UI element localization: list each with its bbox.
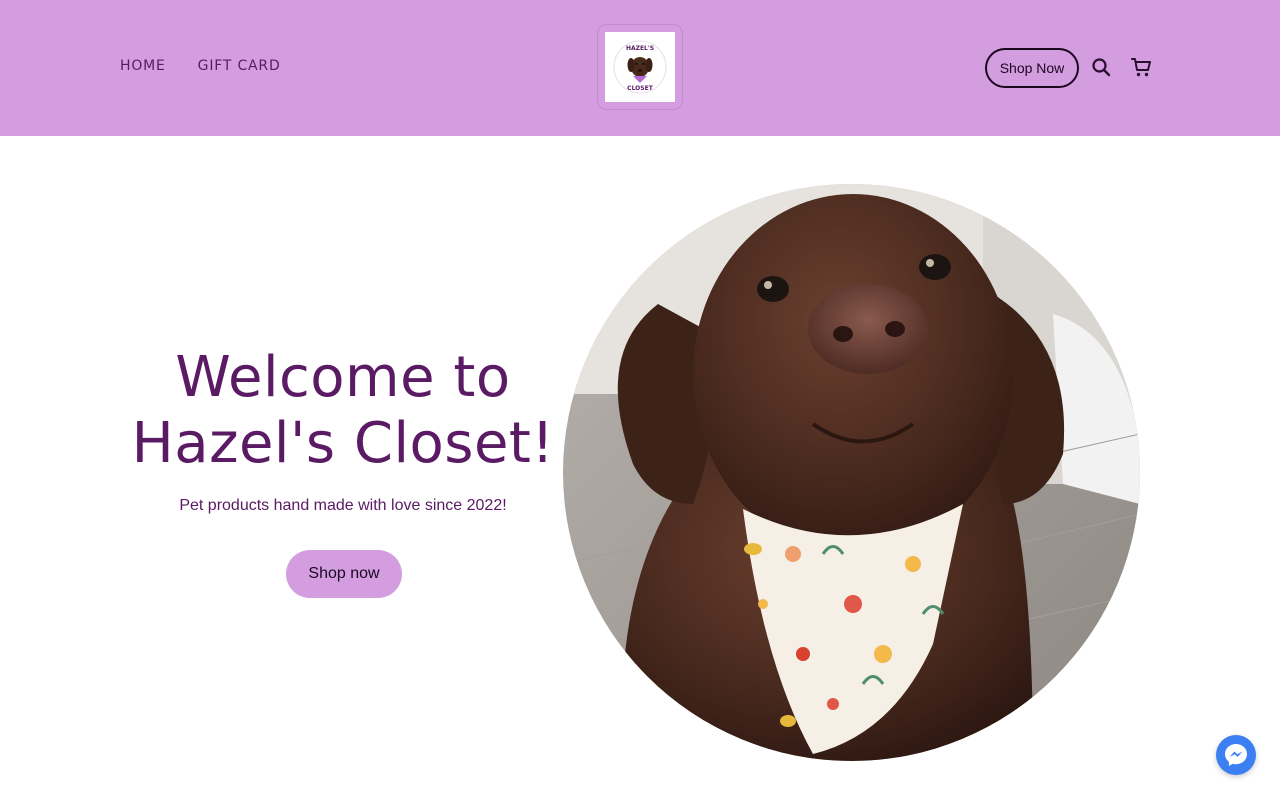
hero-title: Welcome to Hazel's Closet! bbox=[120, 345, 566, 477]
hero-shop-now-button[interactable]: Shop now bbox=[286, 550, 402, 598]
hero-text: Welcome to Hazel's Closet! Pet products … bbox=[120, 345, 566, 515]
site-header: HOME GIFT CARD HAZEL'S CLOSET Shop Now bbox=[0, 0, 1280, 136]
main-nav: HOME GIFT CARD bbox=[120, 58, 281, 74]
nav-gift-card-link[interactable]: GIFT CARD bbox=[198, 58, 281, 74]
messenger-chat-button[interactable] bbox=[1216, 735, 1256, 775]
hero-title-line-2: Hazel's Closet! bbox=[131, 411, 555, 476]
nav-home-link[interactable]: HOME bbox=[120, 58, 166, 74]
messenger-icon bbox=[1225, 744, 1247, 766]
hero-title-line-1: Welcome to bbox=[175, 345, 511, 410]
logo: HAZEL'S CLOSET bbox=[605, 32, 675, 102]
search-icon[interactable] bbox=[1089, 55, 1113, 79]
dog-photo-icon bbox=[563, 184, 1140, 761]
logo-dog-icon: HAZEL'S CLOSET bbox=[613, 40, 667, 94]
header-shop-now-button[interactable]: Shop Now bbox=[985, 48, 1079, 88]
logo-link[interactable]: HAZEL'S CLOSET bbox=[597, 24, 683, 110]
hero-dog-image bbox=[563, 184, 1140, 761]
logo-text-bottom: CLOSET bbox=[627, 85, 654, 92]
hero-subtitle: Pet products hand made with love since 2… bbox=[179, 497, 507, 514]
cart-icon[interactable] bbox=[1129, 55, 1153, 79]
logo-text-top: HAZEL'S bbox=[626, 45, 654, 52]
